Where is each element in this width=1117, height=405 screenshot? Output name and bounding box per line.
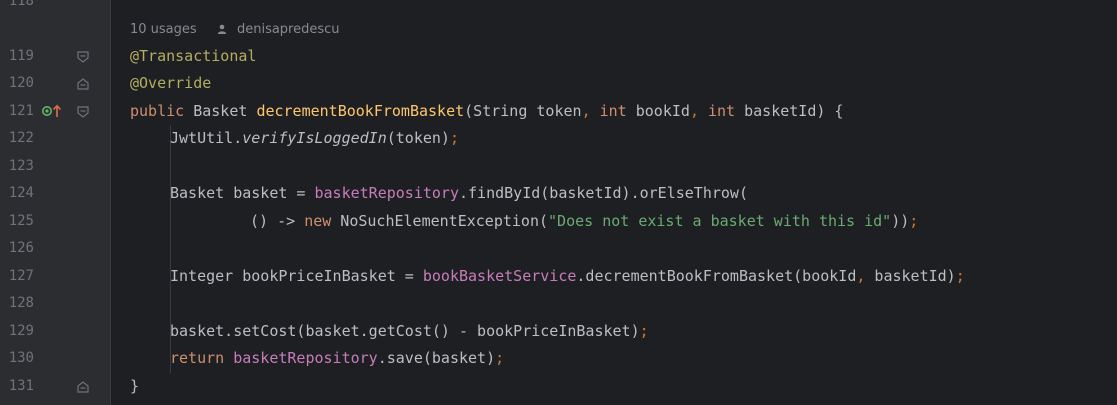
declaration: Basket basket = bbox=[170, 184, 315, 202]
author-name[interactable]: denisapredescu bbox=[237, 22, 340, 37]
semicolon: ; bbox=[955, 267, 965, 285]
line-number: 128 bbox=[8, 295, 34, 311]
keyword: public bbox=[130, 102, 185, 120]
method-chain: .findById(basketId).orElseThrow( bbox=[459, 184, 748, 202]
field-ref: basketRepository bbox=[314, 184, 460, 202]
code-line[interactable]: basket.setCost(basket.getCost() - bookPr… bbox=[170, 318, 649, 345]
code-editor[interactable]: 118 119 120 121 122 123 124 125 126 127 … bbox=[0, 0, 1117, 405]
keyword: int bbox=[698, 102, 736, 120]
implementing-method-marker-icon[interactable] bbox=[42, 104, 64, 118]
line-number: 126 bbox=[8, 240, 34, 256]
class-ref: JwtUtil. bbox=[170, 129, 243, 147]
return-type: Basket bbox=[193, 102, 248, 120]
code-line[interactable]: return basketRepository.save(basket); bbox=[170, 345, 504, 372]
line-number: 119 bbox=[8, 48, 34, 64]
line-number: 118 bbox=[8, 0, 34, 9]
fold-end-icon[interactable] bbox=[76, 380, 90, 394]
code-line[interactable]: Integer bookPriceInBasket = bookBasketSe… bbox=[170, 263, 965, 290]
static-method-call: verifyIsLoggedIn bbox=[242, 129, 387, 147]
args: basketId) bbox=[865, 267, 956, 285]
keyword: int bbox=[590, 102, 627, 120]
semicolon: ; bbox=[639, 322, 649, 340]
comma: , bbox=[581, 102, 591, 120]
line-number: 131 bbox=[8, 378, 34, 394]
code-line-annotation[interactable]: @Transactional bbox=[130, 43, 256, 70]
keyword: new bbox=[304, 212, 332, 230]
line-number: 130 bbox=[8, 350, 34, 366]
line-number: 123 bbox=[8, 158, 34, 174]
fold-open-icon[interactable] bbox=[76, 50, 90, 64]
semicolon: ; bbox=[449, 129, 459, 147]
line-number: 127 bbox=[8, 268, 34, 284]
method-name: decrementBookFromBasket bbox=[256, 102, 465, 120]
code-vision-hint[interactable]: 10 usages denisapredescu bbox=[130, 16, 340, 43]
string-literal: "Does not exist a basket with this id" bbox=[548, 212, 892, 230]
line-number: 122 bbox=[8, 130, 34, 146]
code-line[interactable]: JwtUtil.verifyIsLoggedIn(token); bbox=[170, 125, 459, 152]
method-call: .save(basket) bbox=[377, 349, 496, 367]
gutter-divider bbox=[110, 0, 111, 405]
args: (token) bbox=[386, 129, 450, 147]
param: basketId) { bbox=[735, 102, 844, 120]
fold-end-icon[interactable] bbox=[76, 77, 90, 91]
line-number: 120 bbox=[8, 75, 34, 91]
close-parens: )) bbox=[891, 212, 910, 230]
code-line-closing-brace[interactable]: } bbox=[130, 373, 139, 400]
code-line-annotation[interactable]: @Override bbox=[130, 70, 211, 97]
method-call: .decrementBookFromBasket(bookId bbox=[576, 267, 857, 285]
comma: , bbox=[689, 102, 699, 120]
line-number: 125 bbox=[8, 213, 34, 229]
code-line[interactable]: () -> new NoSuchElementException("Does n… bbox=[250, 208, 918, 235]
semicolon: ; bbox=[495, 349, 505, 367]
field-ref: basketRepository bbox=[224, 349, 378, 367]
keyword: return bbox=[170, 349, 225, 367]
fold-open-icon[interactable] bbox=[76, 105, 90, 119]
code-line[interactable]: Basket basket = basketRepository.findByI… bbox=[170, 180, 748, 207]
param: bookId bbox=[626, 102, 690, 120]
line-number: 124 bbox=[8, 185, 34, 201]
exception-ctor: NoSuchElementException( bbox=[331, 212, 549, 230]
semicolon: ; bbox=[909, 212, 919, 230]
line-number: 129 bbox=[8, 323, 34, 339]
user-icon bbox=[217, 24, 227, 34]
statement: basket.setCost(basket.getCost() - bookPr… bbox=[170, 322, 640, 340]
field-ref: bookBasketService bbox=[422, 267, 577, 285]
usages-count[interactable]: 10 usages bbox=[130, 22, 197, 37]
declaration: Integer bookPriceInBasket = bbox=[170, 267, 423, 285]
lambda: () -> bbox=[250, 212, 305, 230]
line-number: 121 bbox=[8, 103, 34, 119]
param: (String token bbox=[464, 102, 582, 120]
code-line-method-signature[interactable]: public Basket decrementBookFromBasket(St… bbox=[130, 98, 843, 125]
